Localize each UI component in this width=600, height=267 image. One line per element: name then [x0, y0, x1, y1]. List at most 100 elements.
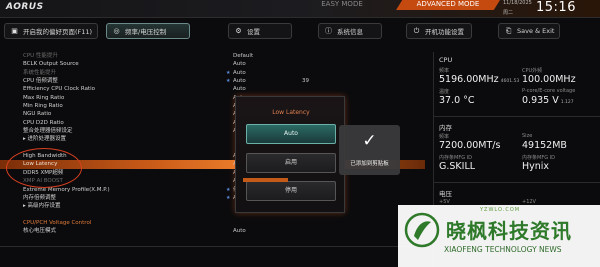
setting-row[interactable]: Efficiency CPU Clock Ratio Auto — [0, 85, 425, 93]
mem-size-label: Size — [522, 133, 533, 139]
divider — [434, 116, 600, 117]
setting-row[interactable]: 内存倍频调整★Auto5600 — [0, 194, 425, 202]
tab-label: 开机功能设置 — [425, 28, 464, 36]
setting-label: CPU 性能提升 — [23, 53, 58, 59]
check-icon: ✓ — [362, 131, 377, 151]
setting-value[interactable]: Auto — [233, 60, 246, 68]
setting-label: CPU 倍频调整 — [23, 78, 58, 85]
xiaofeng-logo-icon — [404, 212, 440, 248]
star-icon: ★ — [226, 78, 231, 85]
aorus-logo: AORUS — [6, 2, 44, 12]
weekday-display: 周二 — [503, 10, 514, 16]
date-display: 11/18/2025 — [503, 0, 532, 6]
gear-icon: ⚙ — [235, 27, 242, 35]
setting-label: 整合处理器倍频设定 — [23, 128, 73, 135]
main-tab-row: ▣ 开启我的偏好页面(F11) ◎ 频率/电压控制 ⚙ 设置 ⓘ 系统信息 ⏻ … — [0, 20, 600, 42]
setting-label: Min Ring Ratio — [23, 103, 63, 110]
tab-label: Save & Exit — [517, 27, 555, 35]
setting-label: ▸ 高级内存设置 — [23, 203, 61, 210]
watermark-chinese: 晓枫科技资讯 — [446, 219, 572, 243]
setting-row[interactable] — [0, 211, 425, 219]
cpu-voltage-label: P-core/E-core voltage — [522, 88, 576, 94]
setting-row[interactable]: 系统性能提升 ★ Auto — [0, 69, 425, 77]
tab-label: 开启我的偏好页面(F11) — [23, 28, 93, 36]
divider — [0, 246, 425, 247]
highlight-circle — [6, 148, 82, 188]
setting-label: 系统性能提升 — [23, 69, 57, 76]
tab-label: 系统信息 — [337, 28, 363, 36]
mem-mfg-value: G.SKILL — [439, 161, 476, 172]
star-icon: ★ — [226, 194, 231, 201]
setting-label: 内存倍频调整 — [23, 194, 57, 201]
cpu-temp-label: 温度 — [439, 89, 450, 95]
watermark-english: XIAOFENG TECHNOLOGY NEWS — [444, 245, 562, 254]
cpu-bclk-label: CPU外频 — [522, 68, 543, 74]
setting-value[interactable]: Auto — [233, 227, 246, 235]
setting-value[interactable]: Auto — [233, 77, 246, 85]
save-icon: ⎗ — [505, 26, 512, 35]
info-icon: ⓘ — [325, 27, 332, 35]
voltage-section-title: 电压 — [439, 190, 452, 198]
star-icon: ★ — [226, 186, 231, 193]
easy-mode-tab[interactable]: EASY MODE — [298, 0, 386, 10]
clipboard-toast: ✓ 已添加到剪贴板 — [339, 125, 400, 175]
low-latency-popup: Low Latency Auto 启用 停用 — [235, 96, 345, 213]
option-auto[interactable]: Auto — [246, 124, 336, 144]
mem-freq-value: 7200.00MT/s — [439, 140, 501, 151]
cpu-freq-value: 5196.00MHz 4601.53 — [439, 74, 520, 85]
option-disable[interactable]: 停用 — [246, 181, 336, 201]
mem-mfg2-label: 内存条MFG ID — [522, 155, 555, 161]
setting-row[interactable]: CPU 倍频调整 ★ Auto 39 — [0, 77, 425, 85]
setting-label: ▸ 进阶处理器设置 — [23, 136, 67, 143]
power-icon: ⏻ — [413, 26, 420, 35]
cpu-bclk-value: 100.00MHz — [522, 74, 576, 85]
setting-label: 核心电压模式 — [23, 228, 57, 235]
setting-label: BCLK Output Source — [23, 61, 79, 68]
cpu-temp-value: 37.0 °C — [439, 95, 475, 106]
advanced-mode-tab[interactable]: ADVANCED MODE — [396, 0, 500, 10]
setting-value[interactable]: Auto — [233, 85, 246, 93]
watermark-url: YZWLO.COM — [480, 207, 521, 213]
top-bar: AORUS EASY MODE ADVANCED MODE 11/18/2025… — [0, 0, 600, 18]
tab-system-info[interactable]: ⓘ 系统信息 — [318, 23, 382, 39]
popup-title: Low Latency — [272, 109, 310, 116]
mem-freq-label: 频率 — [439, 134, 450, 140]
tab-label: 频率/电压控制 — [125, 28, 167, 36]
cpu-voltage-value: 0.935 V 1.127 — [522, 95, 574, 106]
setting-row[interactable]: ▸ 高级内存设置 — [0, 202, 425, 210]
frequency-icon: ◎ — [113, 27, 120, 35]
setting-row[interactable]: BCLK Output Source Auto — [0, 60, 425, 68]
cpu-section-title: CPU — [439, 56, 453, 64]
tab-frequency-voltage[interactable]: ◎ 频率/电压控制 — [106, 23, 190, 39]
favorite-icon: ▣ — [11, 27, 18, 35]
setting-current-value: 39 — [302, 78, 309, 85]
memory-section-title: 内存 — [439, 124, 452, 132]
tab-boot[interactable]: ⏻ 开机功能设置 — [406, 23, 472, 39]
setting-row[interactable]: CPU 性能提升 Default — [0, 52, 425, 60]
setting-row[interactable]: 核心电压模式 Auto — [0, 227, 425, 235]
setting-row[interactable]: Extreme Memory Profile(X.M.P.)★停用 — [0, 186, 425, 194]
setting-row[interactable]: Min Ring RatioAuto — [0, 102, 425, 110]
setting-row[interactable]: CPU/PCH Voltage Control — [0, 219, 425, 227]
star-icon: ★ — [226, 69, 231, 76]
tab-settings[interactable]: ⚙ 设置 — [228, 23, 292, 39]
mem-mfg2-value: Hynix — [522, 161, 550, 172]
cpu-freq-label: 频率 — [439, 68, 450, 74]
setting-value[interactable]: Auto — [233, 69, 246, 77]
setting-label: Efficiency CPU Clock Ratio — [23, 86, 95, 93]
setting-label: CPU/PCH Voltage Control — [23, 219, 92, 226]
toast-message: 已添加到剪贴板 — [350, 161, 389, 167]
popup-accent-bar — [243, 178, 288, 182]
setting-row[interactable]: Max Ring RatioAuto — [0, 94, 425, 102]
tab-favorites[interactable]: ▣ 开启我的偏好页面(F11) — [4, 23, 98, 39]
setting-label: NGU Ratio — [23, 111, 52, 118]
setting-row[interactable]: NGU RatioAuto — [0, 110, 425, 118]
mem-mfg-label: 内存条MFG ID — [439, 155, 472, 161]
tab-label: 设置 — [247, 28, 260, 36]
divider — [434, 182, 600, 183]
option-enable[interactable]: 启用 — [246, 153, 336, 173]
tab-save-exit[interactable]: ⎗ Save & Exit — [498, 23, 560, 39]
setting-value[interactable]: Default — [233, 52, 253, 60]
mem-size-value: 49152MB — [522, 140, 567, 151]
setting-label: CPU D2D Ratio — [23, 119, 64, 126]
